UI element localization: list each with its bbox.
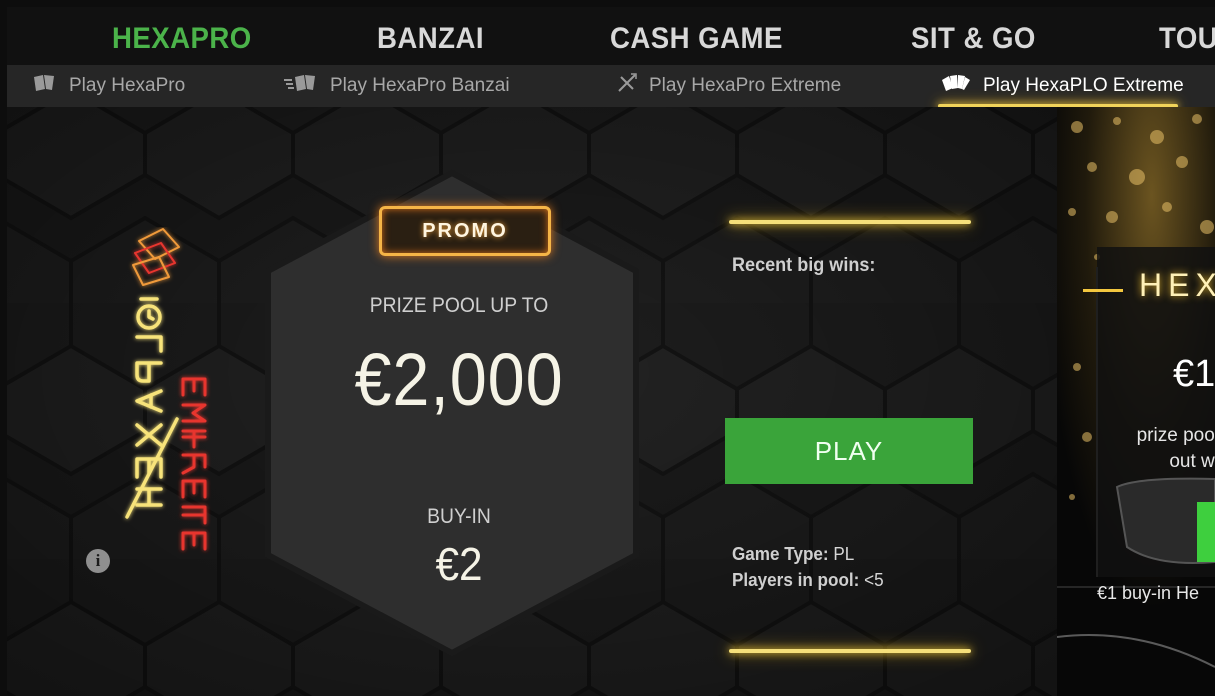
promo-card-desc-line1: prize pool [1136,425,1215,446]
tab-cash-game[interactable]: CASH GAME [610,7,783,65]
buy-in-label: BUY-IN [427,505,491,528]
game-details: Game Type: PL Players in pool: <5 [732,541,884,593]
subtab-play-hexaplo-extreme[interactable]: Play HexaPLO Extreme [941,65,1184,107]
promo-card-footer: €1 buy-in He [1097,583,1200,603]
gold-divider-top [729,220,971,224]
promo-card-amount: €1 [1173,353,1215,395]
recent-big-wins-label: Recent big wins: [732,255,876,276]
promo-badge: PROMO [379,206,551,256]
speed-cards-icon [284,74,318,98]
gold-divider-bottom [729,649,971,653]
app-frame: HEXAPRO BANZAI CASH GAME SIT & GO TOU Pl… [7,7,1215,696]
promo-card-background [1057,107,1215,696]
game-type-value: PL [833,544,855,564]
prize-pool-value: €2,000 [354,338,564,421]
players-in-pool-label: Players in pool: [732,570,860,590]
subtab-play-hexapro[interactable]: Play HexaPro [33,65,185,107]
game-type-label: Game Type: [732,544,829,564]
players-in-pool-value: <5 [864,570,884,590]
subtab-play-hexapro-extreme[interactable]: Play HexaPro Extreme [617,65,841,107]
promo-card-title: HEX [1139,267,1215,303]
tab-sit-and-go[interactable]: SIT & GO [911,7,1036,65]
tab-banzai[interactable]: BANZAI [377,7,484,65]
top-navigation: HEXAPRO BANZAI CASH GAME SIT & GO TOU [7,7,1215,65]
subtab-label: Play HexaPro Banzai [330,75,510,96]
promo-card-description: prize pool out wi [1119,423,1215,475]
promo-card-desc-line2: out wi [1169,451,1215,472]
cards-icon [33,74,57,98]
subtab-label: Play HexaPro Extreme [649,75,842,96]
subtab-play-hexapro-banzai[interactable]: Play HexaPro Banzai [284,65,510,107]
buy-in-value: €2 [435,538,483,590]
tab-hexapro[interactable]: HEXAPRO [112,7,252,65]
tab-tournaments[interactable]: TOU [1159,7,1215,65]
subtab-label: Play HexaPLO Extreme [983,75,1184,96]
sub-navigation: Play HexaPro Play HexaPro Banzai Play He… [7,65,1215,107]
fan-cards-icon [941,74,971,98]
play-button[interactable]: PLAY [725,418,973,484]
subtab-label: Play HexaPro [69,75,186,96]
promo-card[interactable]: HEX €1 prize pool out wi €1 buy-in He [1057,107,1215,696]
crossed-swords-icon [617,73,637,99]
hexaplo-extreme-logo [125,228,207,551]
game-panel: i PROMO PRIZE POOL UP TO €2,000 BUY-IN €… [7,107,1057,696]
info-icon[interactable]: i [86,549,110,573]
prize-pool-label: PRIZE POOL UP TO [369,294,549,317]
